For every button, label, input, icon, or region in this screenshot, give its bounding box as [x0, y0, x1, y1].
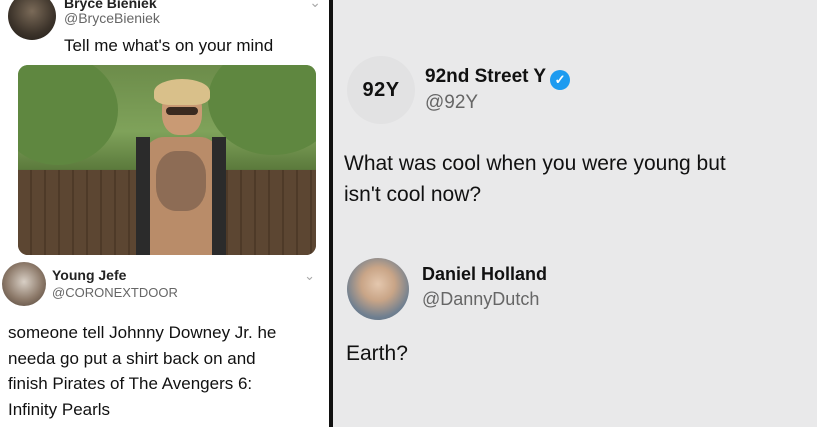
right-tweet-screenshot: 92Y 92nd Street Y ✓ @92Y What was cool wh… [333, 0, 817, 427]
avatar[interactable] [347, 258, 409, 320]
tweet-text-line: What was cool when you were young but [344, 152, 726, 175]
tree [18, 65, 118, 165]
chevron-down-icon[interactable]: ⌄ [309, 0, 321, 11]
verified-badge-icon: ✓ [550, 70, 571, 90]
left-tweet-screenshot: Bryce Bieniek @BryceBieniek ⌄ Tell me wh… [0, 0, 329, 427]
author-name[interactable]: Young Jefe [52, 267, 126, 283]
chevron-down-icon[interactable]: ⌄ [304, 268, 315, 284]
sunglasses [166, 107, 198, 115]
reply-text: someone tell Johnny Downey Jr. he needa … [8, 320, 326, 422]
author-handle[interactable]: @DannyDutch [422, 289, 539, 310]
author-handle[interactable]: @92Y [425, 92, 478, 114]
tweet-text: What was cool when you were young but is… [344, 148, 804, 210]
avatar[interactable] [2, 262, 46, 306]
shirtless-man [136, 79, 226, 255]
tweet-text-line: isn't cool now? [344, 183, 482, 206]
reply-text-line: someone tell Johnny Downey Jr. he [8, 323, 277, 342]
reply-text-line: needa go put a shirt back on and [8, 348, 256, 368]
author-name[interactable]: Daniel Holland [422, 264, 547, 285]
reply-text-line: finish Pirates of The Avengers 6: [8, 374, 253, 393]
reply-text-line: Infinity Pearls [8, 399, 111, 419]
author-handle[interactable]: @CORONEXTDOOR [52, 285, 178, 300]
reply-text: Earth? [346, 342, 408, 365]
author-name[interactable]: 92nd Street Y [425, 66, 546, 87]
author-handle[interactable]: @BryceBieniek [64, 10, 160, 26]
avatar[interactable] [8, 0, 56, 40]
author-name-row[interactable]: 92nd Street Y ✓ [425, 66, 571, 90]
tweet-text: Tell me what's on your mind [64, 36, 274, 55]
avatar[interactable]: 92Y [347, 56, 415, 124]
tweet-photo[interactable] [18, 65, 316, 255]
